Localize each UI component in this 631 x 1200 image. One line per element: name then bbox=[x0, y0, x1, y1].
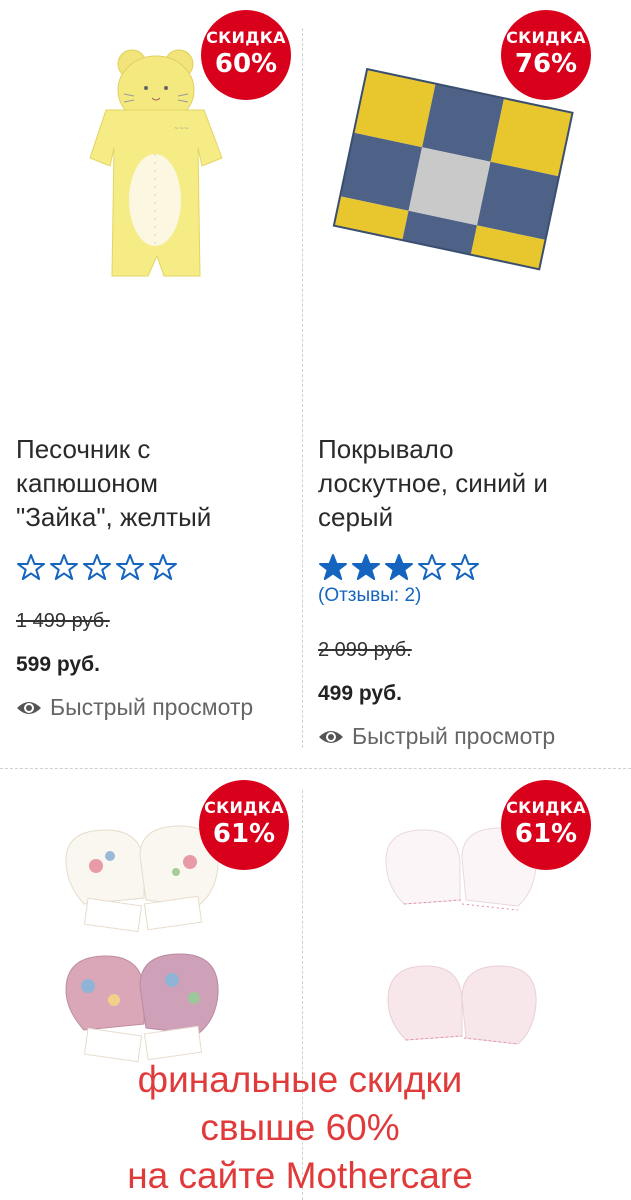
current-price: 599 руб. bbox=[16, 653, 100, 676]
row-divider bbox=[0, 768, 631, 769]
star-empty-icon bbox=[116, 554, 144, 580]
product-title-line: серый bbox=[318, 502, 394, 532]
product-title-line: Песочник с bbox=[16, 434, 151, 464]
discount-badge-percent: 60% bbox=[214, 49, 278, 79]
product-title[interactable]: Песочник с капюшоном "Зайка", желтый bbox=[16, 432, 296, 534]
svg-text:~~~: ~~~ bbox=[174, 125, 189, 132]
quick-view-label: Быстрый просмотр bbox=[352, 723, 556, 749]
promo-line: на сайте Mothercare bbox=[127, 1155, 473, 1196]
product-title-line: лоскутное, синий и bbox=[318, 468, 548, 498]
star-empty-icon bbox=[149, 554, 177, 580]
promo-line: свыше 60% bbox=[200, 1107, 400, 1148]
discount-badge-label: СКИДКА bbox=[506, 798, 586, 817]
star-filled-icon bbox=[352, 554, 380, 580]
discount-badge: СКИДКА 60% bbox=[201, 10, 291, 100]
discount-badge: СКИДКА 61% bbox=[501, 780, 591, 870]
star-empty-icon bbox=[418, 554, 446, 580]
promo-line: финальные скидки bbox=[137, 1059, 463, 1100]
discount-badge: СКИДКА 76% bbox=[501, 10, 591, 100]
product-title-line: Покрывало bbox=[318, 434, 454, 464]
eye-icon bbox=[319, 730, 343, 743]
discount-badge-percent: 61% bbox=[514, 819, 578, 849]
star-filled-icon bbox=[319, 554, 347, 580]
old-price: 2 099 руб. bbox=[318, 639, 412, 661]
discount-badge-label: СКИДКА bbox=[204, 798, 284, 817]
quick-view-link[interactable]: Быстрый просмотр bbox=[318, 723, 555, 750]
current-price: 499 руб. bbox=[318, 682, 402, 705]
discount-badge-percent: 76% bbox=[514, 49, 578, 79]
quick-view-label: Быстрый просмотр bbox=[50, 694, 254, 720]
star-filled-icon bbox=[385, 554, 413, 580]
star-empty-icon bbox=[451, 554, 479, 580]
rating-stars bbox=[16, 553, 178, 581]
star-empty-icon bbox=[50, 554, 78, 580]
star-empty-icon bbox=[17, 554, 45, 580]
eye-icon bbox=[17, 701, 41, 714]
discount-badge-label: СКИДКА bbox=[206, 28, 286, 47]
promo-overlay-text: финальные скидки свыше 60% на сайте Moth… bbox=[0, 1056, 600, 1200]
product-grid: ~~~ СКИДКА 60% Песочник с капюшоном "Зай… bbox=[0, 0, 631, 1200]
quick-view-link[interactable]: Быстрый просмотр bbox=[16, 694, 253, 721]
column-divider bbox=[302, 28, 303, 748]
product-title[interactable]: Покрывало лоскутное, синий и серый bbox=[318, 432, 598, 534]
product-title-line: капюшоном bbox=[16, 468, 158, 498]
old-price: 1 499 руб. bbox=[16, 610, 110, 632]
rating-stars bbox=[318, 553, 480, 581]
product-title-line: "Зайка", желтый bbox=[16, 502, 212, 532]
discount-badge-label: СКИДКА bbox=[506, 28, 586, 47]
discount-badge-percent: 61% bbox=[212, 819, 276, 849]
reviews-link[interactable]: (Отзывы: 2) bbox=[318, 585, 421, 607]
star-empty-icon bbox=[83, 554, 111, 580]
discount-badge: СКИДКА 61% bbox=[199, 780, 289, 870]
